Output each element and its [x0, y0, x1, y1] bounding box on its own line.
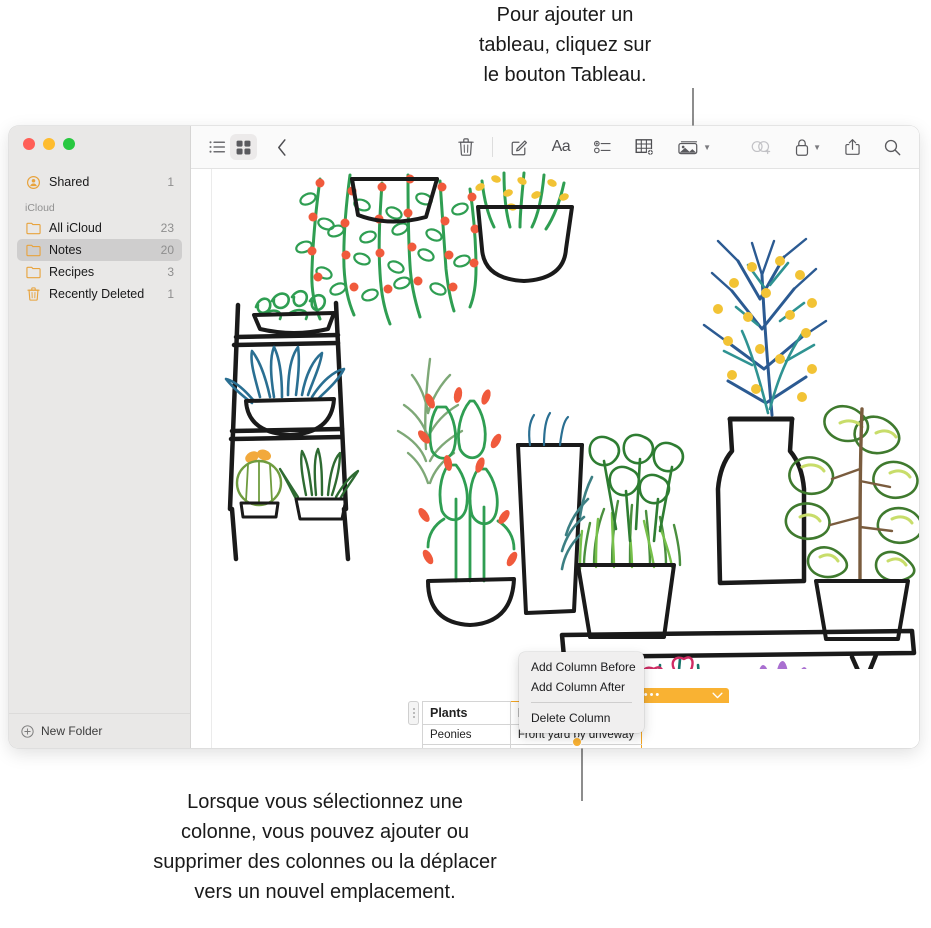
new-folder-label: New Folder	[41, 724, 103, 738]
sidebar-item-notes[interactable]: Notes 20	[17, 239, 182, 261]
column-context-menu[interactable]: Add Column Before Add Column After Delet…	[519, 652, 644, 733]
trash-icon	[25, 287, 42, 302]
link-people-icon[interactable]	[747, 134, 775, 160]
table-cell[interactable]: Birch tree	[422, 744, 511, 748]
sidebar-item-count: 3	[167, 265, 174, 279]
sidebar-item-count: 1	[167, 175, 174, 189]
close-button[interactable]	[23, 138, 35, 150]
table-row: Birch tree Side yard near fire pit	[422, 744, 643, 748]
screenshot-root: Pour ajouter un tableau, cliquez sur le …	[0, 0, 931, 928]
sidebar-item-label: Recipes	[49, 265, 95, 279]
menu-item-add-column-before[interactable]: Add Column Before	[519, 657, 644, 677]
plants-illustration	[224, 171, 919, 669]
sidebar-item-recipes[interactable]: Recipes 3	[17, 261, 182, 283]
shared-person-icon	[25, 175, 42, 190]
sidebar-list: Shared 1 iCloud All iCloud 23 Notes 20 R…	[9, 171, 190, 305]
back-chevron-icon[interactable]	[273, 134, 291, 160]
column-resize-dot[interactable]	[572, 737, 582, 747]
table-row-drag-handle[interactable]	[408, 701, 419, 725]
menu-item-delete-column[interactable]: Delete Column	[519, 708, 644, 728]
chevron-down-icon[interactable]: ▼	[813, 143, 821, 152]
list-view-icon[interactable]	[205, 134, 230, 160]
window-controls	[23, 138, 75, 150]
folder-icon	[25, 265, 42, 280]
sidebar-item-label: Recently Deleted	[49, 287, 145, 301]
search-icon[interactable]	[880, 134, 905, 160]
toolbar: Aa ▼ ▼	[191, 126, 919, 169]
menu-item-add-column-after[interactable]: Add Column After	[519, 677, 644, 697]
sidebar-item-shared[interactable]: Shared 1	[17, 171, 182, 193]
minimize-button[interactable]	[43, 138, 55, 150]
gallery-view-icon[interactable]	[230, 134, 257, 160]
zoom-button[interactable]	[63, 138, 75, 150]
format-aa-icon[interactable]: Aa	[548, 134, 575, 160]
sidebar-item-recently-deleted[interactable]: Recently Deleted 1	[17, 283, 182, 305]
folder-icon	[25, 221, 42, 236]
plus-circle-icon	[21, 724, 34, 738]
sidebar: Shared 1 iCloud All iCloud 23 Notes 20 R…	[9, 126, 191, 748]
column-drag-dots[interactable]: •••	[644, 690, 662, 701]
callout-bottom-text: Lorsque vous sélectionnez une colonne, v…	[153, 791, 497, 903]
trash-icon[interactable]	[454, 134, 478, 160]
table-cell[interactable]: Peonies	[422, 724, 511, 745]
callout-top-text: Pour ajouter un tableau, cliquez sur le …	[478, 4, 652, 86]
new-folder-button[interactable]: New Folder	[9, 713, 190, 748]
media-icon[interactable]: ▼	[674, 134, 715, 160]
sidebar-item-count: 23	[160, 221, 174, 235]
share-icon[interactable]	[841, 134, 864, 160]
sidebar-section-header: iCloud	[25, 202, 55, 214]
folder-icon	[25, 243, 42, 258]
compose-icon[interactable]	[507, 134, 532, 160]
sidebar-item-label: Notes	[49, 243, 82, 257]
menu-separator	[531, 702, 632, 703]
checklist-icon[interactable]	[590, 134, 615, 160]
table-icon[interactable]	[631, 134, 658, 160]
sidebar-item-label: Shared	[49, 175, 90, 189]
sidebar-item-count: 1	[167, 287, 174, 301]
sidebar-item-all-icloud[interactable]: All iCloud 23	[17, 217, 182, 239]
toolbar-separator	[491, 137, 493, 157]
sidebar-item-label: All iCloud	[49, 221, 102, 235]
notes-app-window: Shared 1 iCloud All iCloud 23 Notes 20 R…	[9, 126, 919, 748]
chevron-down-icon[interactable]	[712, 690, 723, 702]
table-header-cell[interactable]: Plants	[422, 701, 511, 725]
lock-icon[interactable]: ▼	[791, 134, 825, 160]
sidebar-item-count: 20	[160, 243, 174, 257]
chevron-down-icon[interactable]: ▼	[703, 143, 711, 152]
